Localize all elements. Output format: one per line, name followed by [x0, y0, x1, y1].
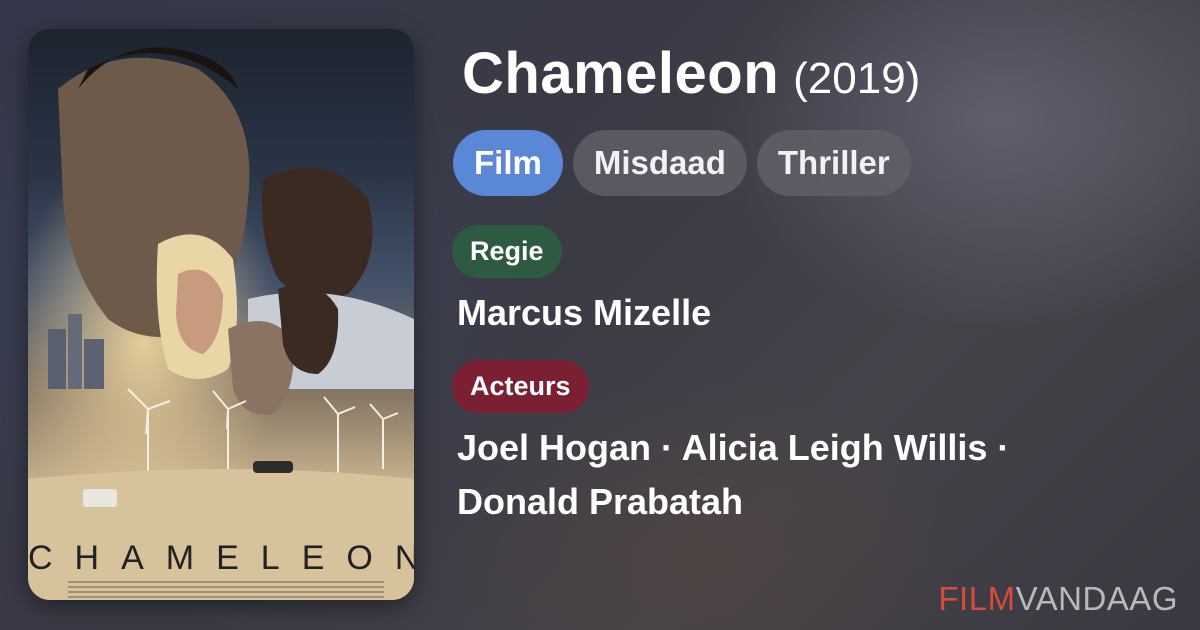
tag-thriller[interactable]: Thriller	[756, 130, 911, 196]
site-logo[interactable]: FILMVANDAAG	[938, 580, 1178, 618]
movie-poster[interactable]: CHAMELEON	[28, 29, 414, 600]
cast-label-badge: Acteurs	[452, 360, 589, 413]
cast-line-1: Joel Hogan · Alicia Leigh Willis ·	[457, 427, 1010, 468]
poster-title-text: CHAMELEON	[28, 539, 414, 577]
tag-misdaad[interactable]: Misdaad	[572, 130, 747, 196]
tag-film[interactable]: Film	[453, 130, 563, 196]
poster-credits-block	[68, 581, 384, 600]
genre-tags: Film Misdaad Thriller	[453, 130, 911, 196]
logo-film-text: FILM	[938, 580, 1016, 617]
movie-year: (2019)	[793, 54, 921, 103]
cast-names[interactable]: Joel Hogan · Alicia Leigh Willis · Donal…	[457, 421, 1097, 529]
logo-vandaag-text: VANDAAG	[1015, 580, 1178, 617]
movie-title: Chameleon	[462, 41, 780, 106]
movie-title-heading: Chameleon (2019)	[462, 40, 920, 107]
poster-artwork	[28, 29, 414, 600]
cast-line-2: Donald Prabatah	[457, 481, 744, 522]
director-names[interactable]: Marcus Mizelle	[457, 286, 711, 340]
director-label-badge: Regie	[452, 225, 562, 278]
